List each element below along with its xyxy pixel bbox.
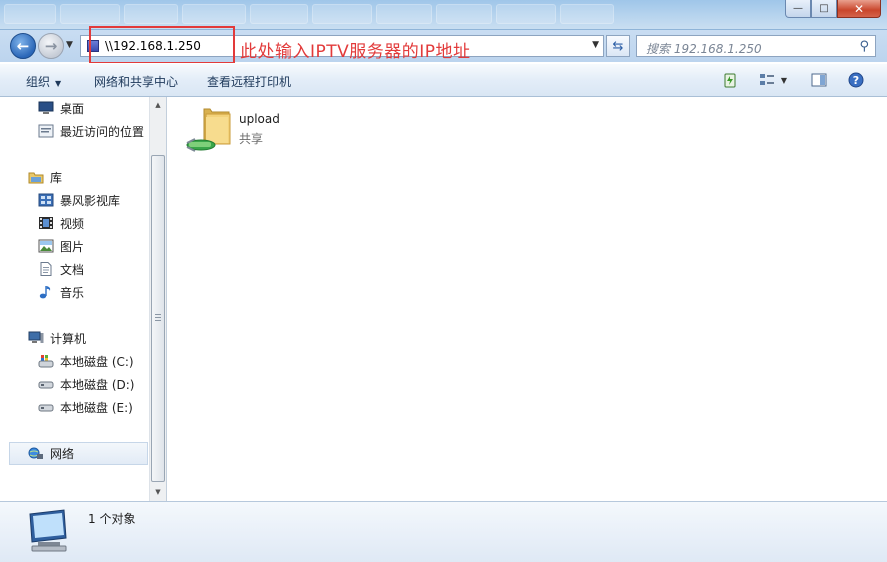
chevron-down-icon: ▼ <box>780 75 788 85</box>
blurred-tab <box>376 4 432 24</box>
back-button[interactable]: ← <box>10 33 36 59</box>
blurred-tab <box>60 4 120 24</box>
battery-icon <box>724 73 736 88</box>
sidebar-item-videos[interactable]: 视频 <box>38 213 84 233</box>
blurred-tab <box>496 4 556 24</box>
organize-label: 组织 <box>26 75 51 89</box>
network-computer-icon <box>29 509 67 552</box>
forward-button[interactable]: → <box>38 33 64 59</box>
chevron-down-icon: ▼ <box>55 79 62 88</box>
sidebar-item-libraries[interactable]: 库 <box>28 167 62 187</box>
sidebar-item-documents[interactable]: 文档 <box>38 259 84 279</box>
sidebar-item-pictures[interactable]: 图片 <box>38 236 84 256</box>
sidebar-item-label: 音乐 <box>60 285 85 300</box>
network-center-button[interactable]: 网络和共享中心 <box>94 73 178 90</box>
folder-share-status: 共享 <box>239 132 264 146</box>
navigation-pane: 桌面 最近访问的位置 库 暴风影视库 视频 图片 文档 音乐 计算机 本地磁盘 … <box>0 97 149 501</box>
sidebar-item-label: 桌面 <box>60 101 85 116</box>
sidebar-item-drive-c[interactable]: 本地磁盘 (C:) <box>38 351 134 371</box>
address-dropdown-icon[interactable]: ▼ <box>592 40 599 50</box>
content-pane: upload 共享 <box>167 97 887 501</box>
annotation-highlight-box <box>89 26 235 64</box>
annotation-text: 此处输入IPTV服务器的IP地址 <box>240 42 471 62</box>
sidebar-item-label: 计算机 <box>50 331 87 346</box>
change-view-button[interactable]: ▼ <box>756 72 790 88</box>
video-library-icon <box>38 193 54 207</box>
help-icon: ? <box>848 72 864 88</box>
sidebar-item-label: 本地磁盘 (E:) <box>60 400 133 415</box>
taskbar-blur <box>0 4 614 26</box>
sidebar-item-label: 本地磁盘 (C:) <box>60 354 134 369</box>
desktop-icon <box>38 101 54 115</box>
scroll-down-arrow-icon[interactable]: ▼ <box>150 484 166 500</box>
minimize-button[interactable]: — <box>785 0 811 18</box>
sidebar-item-video-library[interactable]: 暴风影视库 <box>38 190 120 210</box>
item-count: 1 个对象 <box>88 512 136 526</box>
refresh-icon: ⇆ <box>612 38 624 54</box>
recent-pages-dropdown-icon[interactable]: ▼ <box>66 40 73 50</box>
blurred-tab <box>436 4 492 24</box>
sidebar-item-drive-d[interactable]: 本地磁盘 (D:) <box>38 374 134 394</box>
share-status-button[interactable] <box>722 72 738 88</box>
recent-places-icon <box>38 124 54 138</box>
blurred-tab <box>182 4 246 24</box>
sidebar-item-label: 文档 <box>60 262 85 277</box>
remote-printers-button[interactable]: 查看远程打印机 <box>207 73 291 90</box>
command-bar: 组织 ▼ 网络和共享中心 查看远程打印机 ▼ ? <box>0 63 887 97</box>
folder-item-upload[interactable]: upload 共享 <box>185 103 325 153</box>
sidebar-item-label: 库 <box>50 170 63 185</box>
sidebar-item-label: 视频 <box>60 216 85 231</box>
search-icon[interactable]: ⚲ <box>859 39 869 54</box>
svg-text:?: ? <box>853 74 859 87</box>
navigation-pane-scrollbar[interactable]: ▲ ▼ <box>149 97 166 501</box>
network-icon <box>28 447 44 461</box>
preview-pane-button[interactable] <box>811 72 827 88</box>
scroll-up-arrow-icon[interactable]: ▲ <box>150 97 166 113</box>
refresh-button[interactable]: ⇆ <box>606 35 630 57</box>
scrollbar-grip <box>155 314 161 321</box>
sidebar-item-label: 最近访问的位置 <box>60 124 145 139</box>
blurred-tab <box>124 4 178 24</box>
blurred-tab <box>312 4 372 24</box>
shared-folder-icon <box>186 108 231 152</box>
organize-menu[interactable]: 组织 ▼ <box>26 73 61 90</box>
close-button[interactable]: ✕ <box>837 0 881 18</box>
help-button[interactable]: ? <box>848 72 864 88</box>
documents-icon <box>38 262 54 276</box>
drive-icon <box>38 377 54 391</box>
blurred-tab <box>250 4 308 24</box>
drive-icon <box>38 400 54 414</box>
videos-icon <box>38 216 54 230</box>
sidebar-item-desktop[interactable]: 桌面 <box>38 98 84 118</box>
system-drive-icon <box>38 354 54 368</box>
sidebar-item-label: 图片 <box>60 239 85 254</box>
sidebar-item-recent-places[interactable]: 最近访问的位置 <box>38 121 144 141</box>
details-pane: 1 个对象 <box>0 501 887 562</box>
sidebar-item-network[interactable]: 网络 <box>9 442 148 465</box>
sidebar-item-music[interactable]: 音乐 <box>38 282 84 302</box>
search-input[interactable]: 搜索 192.168.1.250 <box>646 40 762 57</box>
preview-pane-icon <box>811 73 827 87</box>
sidebar-item-computer[interactable]: 计算机 <box>28 328 86 348</box>
scrollbar-thumb[interactable] <box>151 155 165 482</box>
blurred-tab <box>4 4 56 24</box>
blurred-tab <box>560 4 614 24</box>
search-box[interactable]: 搜索 192.168.1.250 ⚲ <box>636 35 876 57</box>
view-options-icon <box>759 74 774 85</box>
sidebar-item-label: 网络 <box>50 447 75 461</box>
pictures-icon <box>38 239 54 253</box>
libraries-icon <box>28 170 44 184</box>
sidebar-item-label: 暴风影视库 <box>60 193 121 208</box>
caption-buttons: — □ ✕ <box>785 0 881 18</box>
music-icon <box>38 285 54 299</box>
sidebar-item-drive-e[interactable]: 本地磁盘 (E:) <box>38 397 133 417</box>
folder-name: upload <box>239 112 280 126</box>
sidebar-item-label: 本地磁盘 (D:) <box>60 377 135 392</box>
maximize-button[interactable]: □ <box>811 0 837 18</box>
computer-icon <box>28 331 44 345</box>
